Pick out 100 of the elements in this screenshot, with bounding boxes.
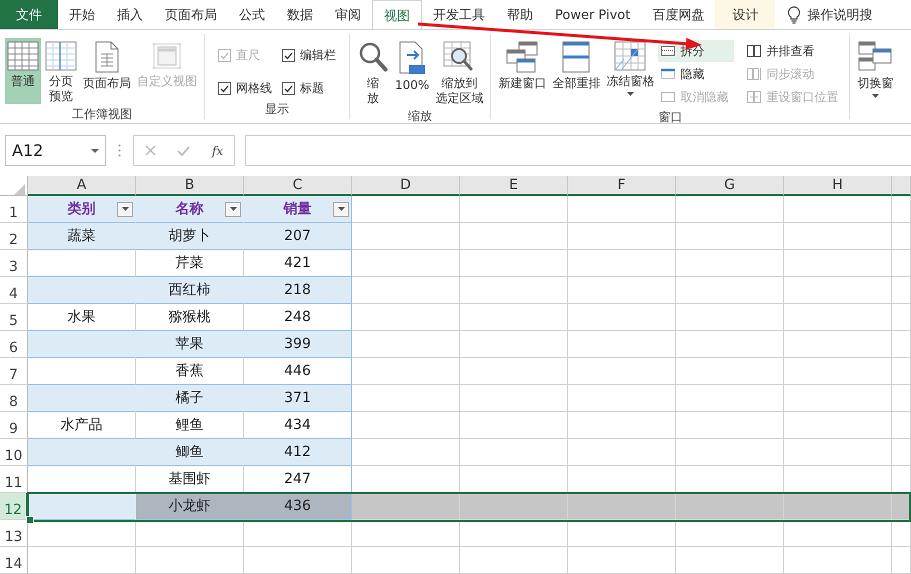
cell <box>892 412 911 439</box>
ribbon-tab[interactable]: 插入 <box>106 0 154 29</box>
row-header[interactable]: 1 <box>0 196 28 223</box>
page-arrow-icon <box>397 41 428 75</box>
ribbon-tab[interactable]: 视图 <box>372 0 422 29</box>
stacked-panes-icon <box>561 41 592 73</box>
column-title: 类别 <box>68 200 96 218</box>
filter-button[interactable] <box>333 202 349 216</box>
ribbon-tab[interactable]: 公式 <box>228 0 276 29</box>
cell <box>892 250 911 277</box>
column-header[interactable]: G <box>676 176 784 196</box>
ribbon-button[interactable]: 缩放到 选定区域 <box>433 38 486 108</box>
ribbon-button[interactable]: 隐藏 <box>658 63 734 85</box>
group-label: 窗口 <box>657 109 684 123</box>
row-header[interactable]: 2 <box>0 223 28 250</box>
grid-icon <box>7 41 39 71</box>
table-cell: 西红柿 <box>136 277 244 304</box>
ribbon-tab[interactable]: 审阅 <box>324 0 372 29</box>
cell <box>892 520 911 547</box>
row-header[interactable]: 5 <box>0 304 28 331</box>
cell <box>892 547 911 574</box>
ribbon-tab[interactable]: 百度网盘 <box>641 0 716 29</box>
ribbon-tab[interactable]: 开发工具 <box>422 0 496 29</box>
grid-magnifier-icon <box>443 41 476 73</box>
column-header[interactable]: H <box>784 176 892 196</box>
column-header[interactable]: E <box>460 176 568 196</box>
row-header[interactable]: 11 <box>0 466 28 493</box>
ribbon-button[interactable]: 普通 <box>5 38 41 104</box>
row-header[interactable]: 7 <box>0 358 28 385</box>
page-grid-icon <box>45 41 77 71</box>
ribbon-button[interactable]: 并排查看 <box>744 40 844 62</box>
fill-handle[interactable] <box>26 516 34 524</box>
checkbox[interactable]: 网格线 <box>218 80 272 97</box>
row-header[interactable]: 3 <box>0 250 28 277</box>
table-cell: 399 <box>244 331 352 358</box>
scroll-pages-icon <box>746 67 762 81</box>
cell <box>892 223 911 250</box>
group-label: 工作簿视图 <box>71 106 133 123</box>
two-pages-icon <box>746 44 762 58</box>
row-header[interactable]: 10 <box>0 439 28 466</box>
magnifier-icon <box>357 41 389 73</box>
ribbon-tab[interactable]: 设计 <box>715 0 776 29</box>
table-cell: 基围虾 <box>136 466 244 493</box>
column-header[interactable]: F <box>568 176 676 196</box>
ribbon-button[interactable]: 100% <box>393 38 432 104</box>
row-header[interactable]: 12 <box>0 493 28 520</box>
ribbon-tab[interactable]: 页面布局 <box>154 0 228 29</box>
column-header[interactable] <box>892 176 911 196</box>
row-header[interactable]: 8 <box>0 385 28 412</box>
filter-button[interactable] <box>225 202 241 216</box>
row-header[interactable]: 4 <box>0 277 28 304</box>
cell <box>892 439 911 466</box>
ribbon-tab[interactable]: 开始 <box>58 0 106 29</box>
table-cell: 436 <box>244 493 352 520</box>
ribbon-button[interactable]: 页面布局 <box>81 38 133 104</box>
dotted-rectangle-icon <box>660 67 676 81</box>
check-icon <box>284 84 293 92</box>
two-pages-icon <box>746 90 762 104</box>
column-header[interactable]: D <box>352 176 460 196</box>
cell <box>892 304 911 331</box>
windows-icon <box>858 41 892 73</box>
ribbon-button[interactable]: 切换窗 <box>855 38 896 104</box>
dotted-rectangle-icon <box>660 44 676 58</box>
check-icon[interactable] <box>177 146 190 156</box>
insert-function-button[interactable]: fx <box>212 144 224 158</box>
formula-input[interactable] <box>245 135 911 166</box>
ribbon-tab[interactable]: Power Pivot <box>544 0 642 29</box>
table-cell: 胡萝卜 <box>136 223 244 250</box>
tell-me-search[interactable]: 操作说明搜 <box>807 6 872 24</box>
checkbox[interactable]: 标题 <box>282 80 336 97</box>
name-box[interactable]: A12 <box>5 135 106 166</box>
row-header[interactable]: 6 <box>0 331 28 358</box>
rectangle-icon <box>660 90 676 104</box>
windows-icon <box>505 41 540 73</box>
checkbox[interactable]: 编辑栏 <box>282 47 336 64</box>
row-header[interactable]: 14 <box>0 547 28 574</box>
ribbon-button[interactable]: 缩 放 <box>355 38 391 108</box>
column-header[interactable]: C <box>244 176 352 196</box>
file-tab[interactable]: 文件 <box>0 0 58 29</box>
table-cell: 218 <box>244 277 352 304</box>
ribbon-button[interactable]: 分页 预览 <box>43 38 79 106</box>
ribbon-tab[interactable]: 帮助 <box>496 0 544 29</box>
table-cell: 371 <box>244 385 352 412</box>
lightbulb-icon <box>787 6 802 24</box>
grid-icon <box>614 41 646 71</box>
table-cell: 苹果 <box>136 331 244 358</box>
caret-icon <box>91 148 99 152</box>
row-header[interactable]: 9 <box>0 412 28 439</box>
ribbon-tab[interactable]: 数据 <box>276 0 324 29</box>
column-header[interactable]: A <box>28 176 136 196</box>
ribbon-button[interactable]: 冻结窗格 <box>604 38 656 104</box>
table-cell: 橘子 <box>136 385 244 412</box>
ribbon-button[interactable]: 新建窗口 <box>496 38 548 104</box>
ribbon-button[interactable]: 全部重排 <box>550 38 602 104</box>
column-header[interactable]: B <box>136 176 244 196</box>
table-cell: 蔬菜 <box>28 223 136 250</box>
filter-button[interactable] <box>117 202 133 216</box>
check-icon <box>284 52 293 60</box>
group-label: 缩放 <box>407 108 434 123</box>
table-cell: 小龙虾 <box>136 493 244 520</box>
